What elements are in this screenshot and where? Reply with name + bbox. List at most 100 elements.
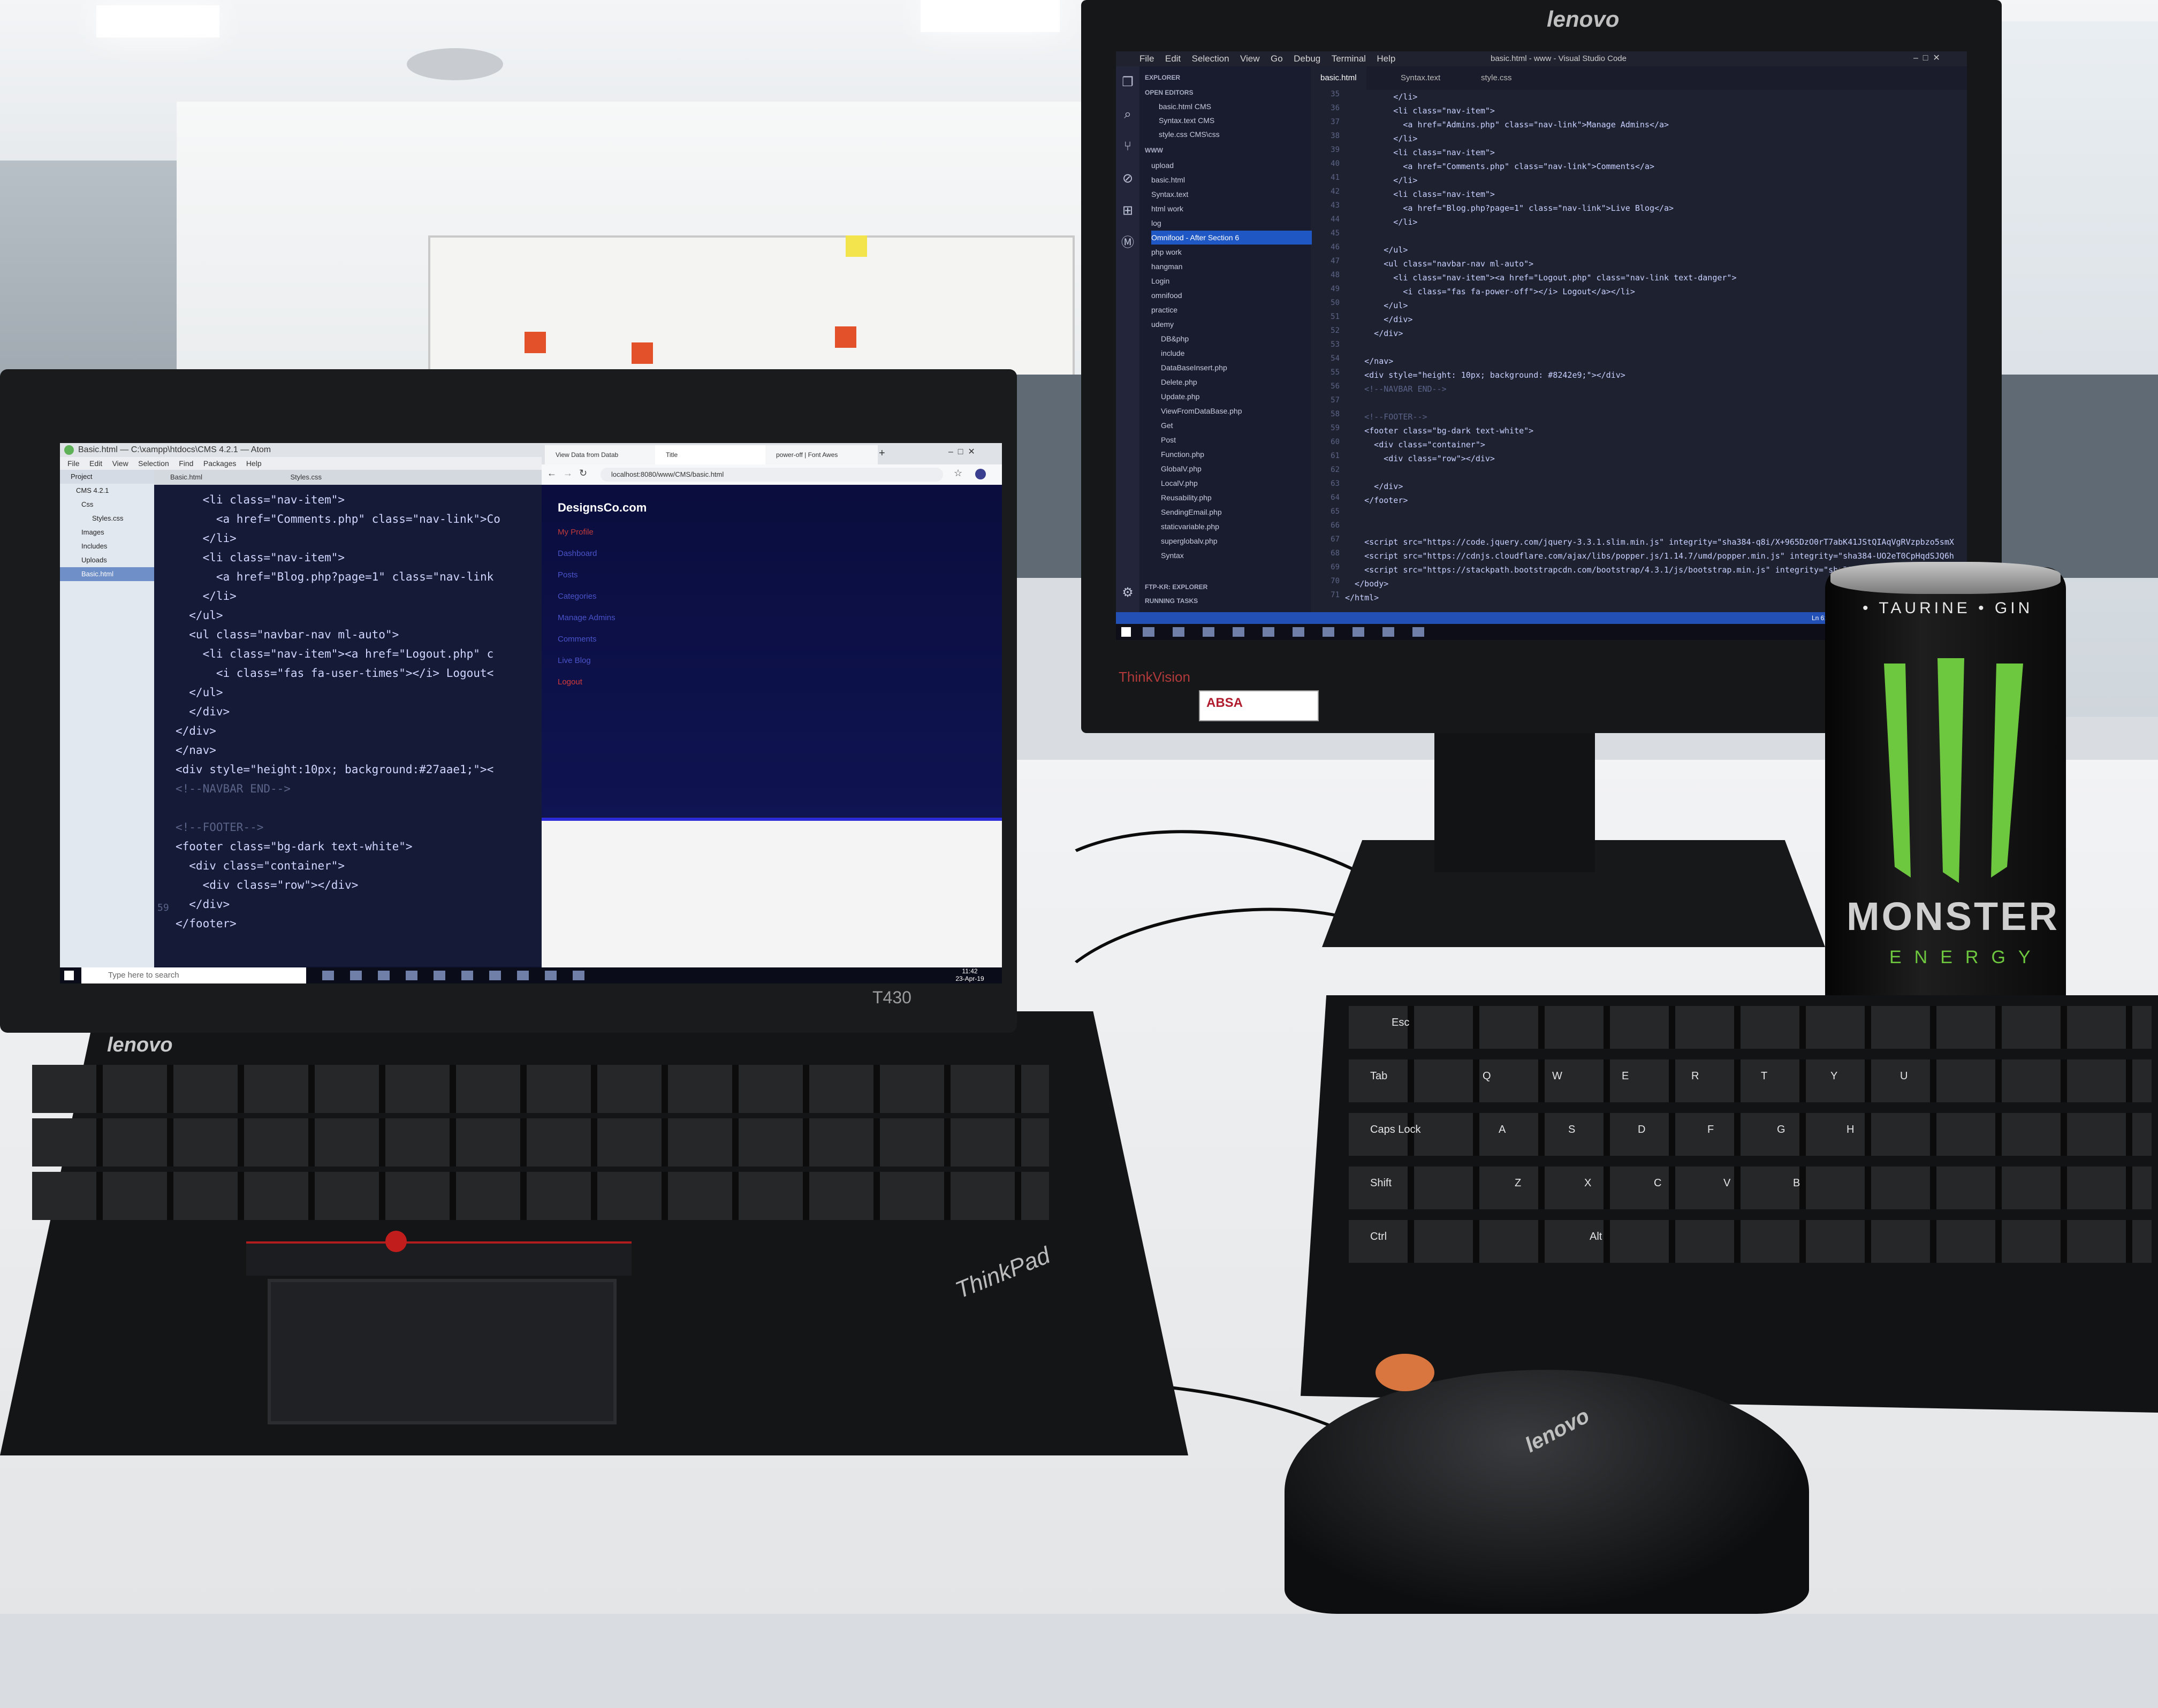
source-control-icon[interactable]: ⑂: [1120, 139, 1135, 154]
key-w[interactable]: W: [1552, 1070, 1562, 1082]
browser-tab-active[interactable]: Title: [655, 445, 768, 464]
nav-link-live-blog[interactable]: Live Blog: [558, 656, 591, 665]
explorer-item[interactable]: html work: [1151, 202, 1183, 216]
key-q[interactable]: Q: [1483, 1070, 1491, 1082]
key-g[interactable]: G: [1777, 1124, 1785, 1136]
taskbar-clock[interactable]: 11:42 23-Apr-19: [938, 967, 1002, 982]
taskbar-app-icons[interactable]: [1143, 627, 1442, 637]
explorer-item-selected[interactable]: Omnifood - After Section 6: [1151, 231, 1312, 245]
mouse[interactable]: [1285, 1370, 1809, 1614]
explorer-item[interactable]: php work: [1151, 245, 1182, 259]
atom-tab-styles[interactable]: Styles.css: [274, 470, 392, 485]
atom-menu-file[interactable]: File: [67, 457, 80, 470]
site-brand[interactable]: DesignsCo.com: [558, 501, 647, 515]
extensions-icon[interactable]: ⊞: [1120, 203, 1135, 218]
trackpad[interactable]: [268, 1279, 617, 1424]
explorer-item[interactable]: Update.php: [1161, 390, 1199, 403]
vs-menu-go[interactable]: Go: [1271, 51, 1283, 66]
open-editor-item[interactable]: Syntax.text CMS: [1159, 113, 1214, 127]
vs-menu-file[interactable]: File: [1139, 51, 1154, 66]
profile-icon[interactable]: [975, 469, 986, 479]
mouse-scroll-wheel[interactable]: [1376, 1354, 1434, 1391]
key-t[interactable]: T: [1761, 1070, 1767, 1082]
windows-start-icon[interactable]: [64, 971, 74, 980]
key-x[interactable]: X: [1584, 1177, 1591, 1190]
explorer-item[interactable]: ViewFromDataBase.php: [1161, 404, 1242, 418]
explorer-item[interactable]: omnifood: [1151, 288, 1182, 302]
workspace-header[interactable]: WWW: [1145, 143, 1163, 157]
explorer-item[interactable]: staticvariable.php: [1161, 520, 1219, 533]
reload-icon[interactable]: ↻: [579, 468, 587, 479]
tree-item[interactable]: Css: [60, 498, 154, 512]
browser-tab[interactable]: power-off | Font Awes: [765, 445, 878, 464]
vs-menu-edit[interactable]: Edit: [1165, 51, 1181, 66]
atom-code-area[interactable]: 59 <li class="nav-item"> <a href="Commen…: [154, 485, 598, 966]
key-b[interactable]: B: [1793, 1177, 1800, 1190]
debug-icon[interactable]: ⊘: [1120, 171, 1135, 186]
atom-menu-find[interactable]: Find: [179, 457, 193, 470]
taskbar-search-input[interactable]: Type here to search: [81, 967, 306, 983]
key-c[interactable]: C: [1654, 1177, 1661, 1190]
vs-menu-terminal[interactable]: Terminal: [1332, 51, 1366, 66]
key-h[interactable]: H: [1847, 1124, 1854, 1136]
key-r[interactable]: R: [1691, 1070, 1699, 1082]
key-caps-lock[interactable]: Caps Lock: [1370, 1124, 1421, 1136]
forward-arrow-icon[interactable]: →: [563, 468, 573, 479]
taskbar-app-icons[interactable]: [322, 971, 590, 980]
trackpoint[interactable]: [385, 1231, 407, 1252]
explorer-item[interactable]: LocalV.php: [1161, 476, 1198, 490]
ftp-explorer-header[interactable]: FTP-KR: EXPLORER: [1145, 580, 1207, 594]
explorer-item[interactable]: basic.html: [1151, 173, 1185, 187]
tree-item[interactable]: Images: [60, 525, 154, 539]
explorer-item[interactable]: Post: [1161, 433, 1176, 447]
explorer-item[interactable]: Function.php: [1161, 447, 1204, 461]
window-controls-icon[interactable]: – □ ✕: [948, 446, 975, 457]
explorer-item[interactable]: SendingEmail.php: [1161, 505, 1222, 519]
nav-link-categories[interactable]: Categories: [558, 592, 597, 601]
explorer-item[interactable]: upload: [1151, 158, 1174, 172]
vscode-code-area[interactable]: </li> <li class="nav-item"> <a href="Adm…: [1345, 90, 1967, 612]
tree-item-selected[interactable]: Basic.html: [60, 567, 154, 581]
explorer-item[interactable]: Reusability.php: [1161, 491, 1212, 505]
explorer-item[interactable]: superglobalv.php: [1161, 534, 1218, 548]
vs-tab-basic-html[interactable]: basic.html: [1311, 66, 1366, 90]
explorer-item[interactable]: include: [1161, 346, 1184, 360]
key-s[interactable]: S: [1568, 1124, 1575, 1136]
key-alt[interactable]: Alt: [1590, 1231, 1602, 1243]
key-ctrl[interactable]: Ctrl: [1370, 1231, 1387, 1243]
search-icon[interactable]: ⌕: [1120, 107, 1135, 122]
remote-icon[interactable]: Ⓜ: [1120, 235, 1135, 250]
explorer-icon[interactable]: ❐: [1120, 75, 1135, 90]
open-editors-header[interactable]: OPEN EDITORS: [1145, 86, 1193, 100]
vs-menu-help[interactable]: Help: [1377, 51, 1395, 66]
key-d[interactable]: D: [1638, 1124, 1645, 1136]
atom-menu-edit[interactable]: Edit: [89, 457, 102, 470]
nav-link-posts[interactable]: Posts: [558, 570, 578, 580]
key-tab[interactable]: Tab: [1370, 1070, 1387, 1082]
window-controls-icon[interactable]: – □ ✕: [1913, 52, 1940, 63]
explorer-item[interactable]: log: [1151, 216, 1161, 230]
bookmark-star-icon[interactable]: ☆: [954, 468, 962, 479]
atom-tab-basic[interactable]: Basic.html: [154, 470, 272, 485]
nav-link-logout[interactable]: Logout: [558, 677, 582, 687]
key-e[interactable]: E: [1622, 1070, 1629, 1082]
tree-item[interactable]: Uploads: [60, 553, 154, 567]
key-f[interactable]: F: [1707, 1124, 1714, 1136]
vs-tab-syntax[interactable]: Syntax.text: [1391, 66, 1450, 90]
address-bar[interactable]: localhost:8080/www/CMS/basic.html: [601, 468, 943, 482]
atom-menu-packages[interactable]: Packages: [203, 457, 236, 470]
key-shift[interactable]: Shift: [1370, 1177, 1392, 1190]
explorer-item[interactable]: Get: [1161, 418, 1173, 432]
nav-link-my-profile[interactable]: My Profile: [558, 528, 594, 537]
open-editor-item[interactable]: basic.html CMS: [1159, 100, 1211, 113]
key-a[interactable]: A: [1499, 1124, 1506, 1136]
key-v[interactable]: V: [1723, 1177, 1730, 1190]
nav-link-dashboard[interactable]: Dashboard: [558, 549, 597, 558]
browser-tab[interactable]: View Data from Datab: [545, 445, 657, 464]
vs-menu-selection[interactable]: Selection: [1192, 51, 1229, 66]
key-u[interactable]: U: [1900, 1070, 1908, 1082]
explorer-item[interactable]: GlobalV.php: [1161, 462, 1202, 476]
tree-item[interactable]: Includes: [60, 539, 154, 553]
explorer-item[interactable]: hangman: [1151, 260, 1182, 273]
atom-menu-selection[interactable]: Selection: [138, 457, 169, 470]
